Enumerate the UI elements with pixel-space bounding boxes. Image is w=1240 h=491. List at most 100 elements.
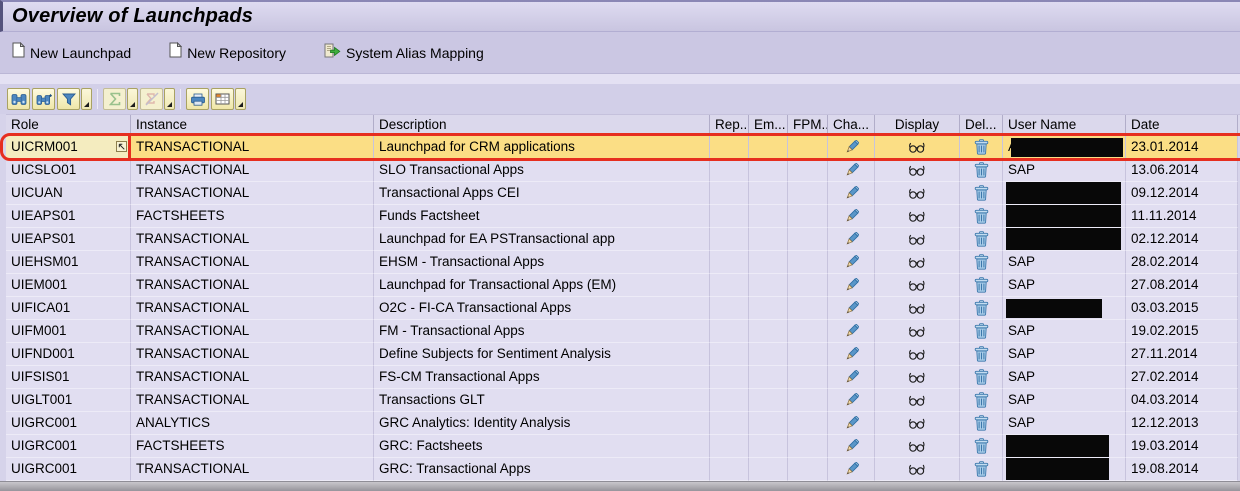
cell-embed[interactable]: [749, 159, 788, 182]
display-glasses-icon[interactable]: [908, 394, 926, 407]
display-glasses-icon[interactable]: [908, 187, 926, 200]
cell-repository[interactable]: [710, 389, 749, 412]
change-pencil-icon[interactable]: [844, 369, 859, 385]
display-glasses-icon[interactable]: [908, 233, 926, 246]
cell-date[interactable]: 19.08.2014: [1126, 458, 1238, 481]
cell-role[interactable]: UIEAPS01: [6, 228, 131, 251]
column-header-embed[interactable]: Em...: [749, 115, 788, 136]
cell-instance[interactable]: TRANSACTIONAL: [131, 366, 374, 389]
cell-date[interactable]: 04.03.2014: [1126, 389, 1238, 412]
delete-trash-icon[interactable]: [974, 369, 989, 385]
cell-embed[interactable]: [749, 458, 788, 481]
delete-trash-icon[interactable]: [974, 254, 989, 270]
cell-user-name[interactable]: [1003, 435, 1126, 458]
cell-embed[interactable]: [749, 274, 788, 297]
display-glasses-icon[interactable]: [908, 417, 926, 430]
cell-user-name[interactable]: SAP: [1003, 412, 1126, 435]
change-pencil-icon[interactable]: [844, 139, 859, 155]
cell-fpm[interactable]: [788, 251, 828, 274]
cell-repository[interactable]: [710, 251, 749, 274]
display-glasses-icon[interactable]: [908, 371, 926, 384]
cell-fpm[interactable]: [788, 320, 828, 343]
column-header-user-name[interactable]: User Name: [1003, 115, 1126, 136]
cell-role[interactable]: UIFICA01: [6, 297, 131, 320]
display-glasses-icon[interactable]: [908, 463, 926, 476]
cell-embed[interactable]: [749, 251, 788, 274]
cell-user-name[interactable]: [1003, 297, 1126, 320]
cell-role[interactable]: UIFSIS01: [6, 366, 131, 389]
cell-date[interactable]: 19.02.2015: [1126, 320, 1238, 343]
cell-fpm[interactable]: [788, 389, 828, 412]
delete-trash-icon[interactable]: [974, 185, 989, 201]
cell-date[interactable]: 27.11.2014: [1126, 343, 1238, 366]
display-glasses-icon[interactable]: [908, 440, 926, 453]
cell-embed[interactable]: [749, 320, 788, 343]
column-header-date[interactable]: Date: [1126, 115, 1238, 136]
delete-trash-icon[interactable]: [974, 392, 989, 408]
cell-repository[interactable]: [710, 228, 749, 251]
column-header-delete[interactable]: Del...: [960, 115, 1003, 136]
change-pencil-icon[interactable]: [844, 300, 859, 316]
cell-embed[interactable]: [749, 297, 788, 320]
display-glasses-icon[interactable]: [908, 164, 926, 177]
cell-embed[interactable]: [749, 435, 788, 458]
cell-embed[interactable]: [749, 343, 788, 366]
table-row[interactable]: UICSLO01 TRANSACTIONAL SLO Transactional A…: [6, 159, 1240, 182]
cell-fpm[interactable]: [788, 205, 828, 228]
cell-date[interactable]: 19.03.2014: [1126, 435, 1238, 458]
display-glasses-icon[interactable]: [908, 348, 926, 361]
change-pencil-icon[interactable]: [844, 254, 859, 270]
cell-user-name[interactable]: [1003, 182, 1126, 205]
cell-description[interactable]: EHSM - Transactional Apps: [374, 251, 710, 274]
cell-role[interactable]: UIGRC001: [6, 458, 131, 481]
change-pencil-icon[interactable]: [844, 277, 859, 293]
cell-user-name[interactable]: SAP: [1003, 274, 1126, 297]
cell-repository[interactable]: [710, 159, 749, 182]
table-row[interactable]: UIEAPS01 FACTSHEETS Funds Factsheet 11.11.2…: [6, 205, 1240, 228]
column-header-description[interactable]: Description: [374, 115, 710, 136]
display-glasses-icon[interactable]: [908, 210, 926, 223]
cell-embed[interactable]: [749, 182, 788, 205]
delete-trash-icon[interactable]: [974, 162, 989, 178]
cell-role[interactable]: UICUAN: [6, 182, 131, 205]
delete-trash-icon[interactable]: [974, 438, 989, 454]
table-row[interactable]: UIFM001 TRANSACTIONAL FM - Transactional A…: [6, 320, 1240, 343]
cell-fpm[interactable]: [788, 159, 828, 182]
display-glasses-icon[interactable]: [908, 141, 926, 154]
cell-role[interactable]: UIFM001: [6, 320, 131, 343]
cell-date[interactable]: 09.12.2014: [1126, 182, 1238, 205]
cell-description[interactable]: FM - Transactional Apps: [374, 320, 710, 343]
cell-description[interactable]: Launchpad for EA PSTransactional app: [374, 228, 710, 251]
cell-description[interactable]: Transactions GLT: [374, 389, 710, 412]
cell-user-name[interactable]: SAP: [1003, 159, 1126, 182]
change-pencil-icon[interactable]: [844, 438, 859, 454]
cell-date[interactable]: 11.11.2014: [1126, 205, 1238, 228]
cell-instance[interactable]: TRANSACTIONAL: [131, 297, 374, 320]
cell-user-name[interactable]: SAP: [1003, 251, 1126, 274]
change-pencil-icon[interactable]: [844, 231, 859, 247]
system-alias-mapping-button[interactable]: System Alias Mapping: [316, 38, 492, 68]
change-pencil-icon[interactable]: [844, 415, 859, 431]
cell-date[interactable]: 23.01.2014: [1126, 136, 1238, 159]
column-header-role[interactable]: Role: [6, 115, 131, 136]
cell-role[interactable]: UIGLT001: [6, 389, 131, 412]
cell-date[interactable]: 12.12.2013: [1126, 412, 1238, 435]
cell-fpm[interactable]: [788, 297, 828, 320]
print-button[interactable]: [186, 88, 209, 110]
delete-trash-icon[interactable]: [974, 346, 989, 362]
change-pencil-icon[interactable]: [844, 323, 859, 339]
cell-instance[interactable]: TRANSACTIONAL: [131, 389, 374, 412]
table-row[interactable]: UIGRC001 TRANSACTIONAL GRC: Transactional …: [6, 458, 1240, 481]
cell-repository[interactable]: [710, 136, 749, 159]
table-row[interactable]: UICUAN TRANSACTIONAL Transactional Apps CE…: [6, 182, 1240, 205]
cell-date[interactable]: 02.12.2014: [1126, 228, 1238, 251]
display-glasses-icon[interactable]: [908, 279, 926, 292]
table-row[interactable]: UIGRC001 FACTSHEETS GRC: Factsheets 19.03.2…: [6, 435, 1240, 458]
table-row[interactable]: UIFICA01 TRANSACTIONAL O2C - FI-CA Transac…: [6, 297, 1240, 320]
cell-role[interactable]: UIEAPS01: [6, 205, 131, 228]
cell-date[interactable]: 27.08.2014: [1126, 274, 1238, 297]
cell-fpm[interactable]: [788, 435, 828, 458]
change-pencil-icon[interactable]: [844, 346, 859, 362]
cell-user-name[interactable]: [1003, 228, 1126, 251]
cell-description[interactable]: Funds Factsheet: [374, 205, 710, 228]
